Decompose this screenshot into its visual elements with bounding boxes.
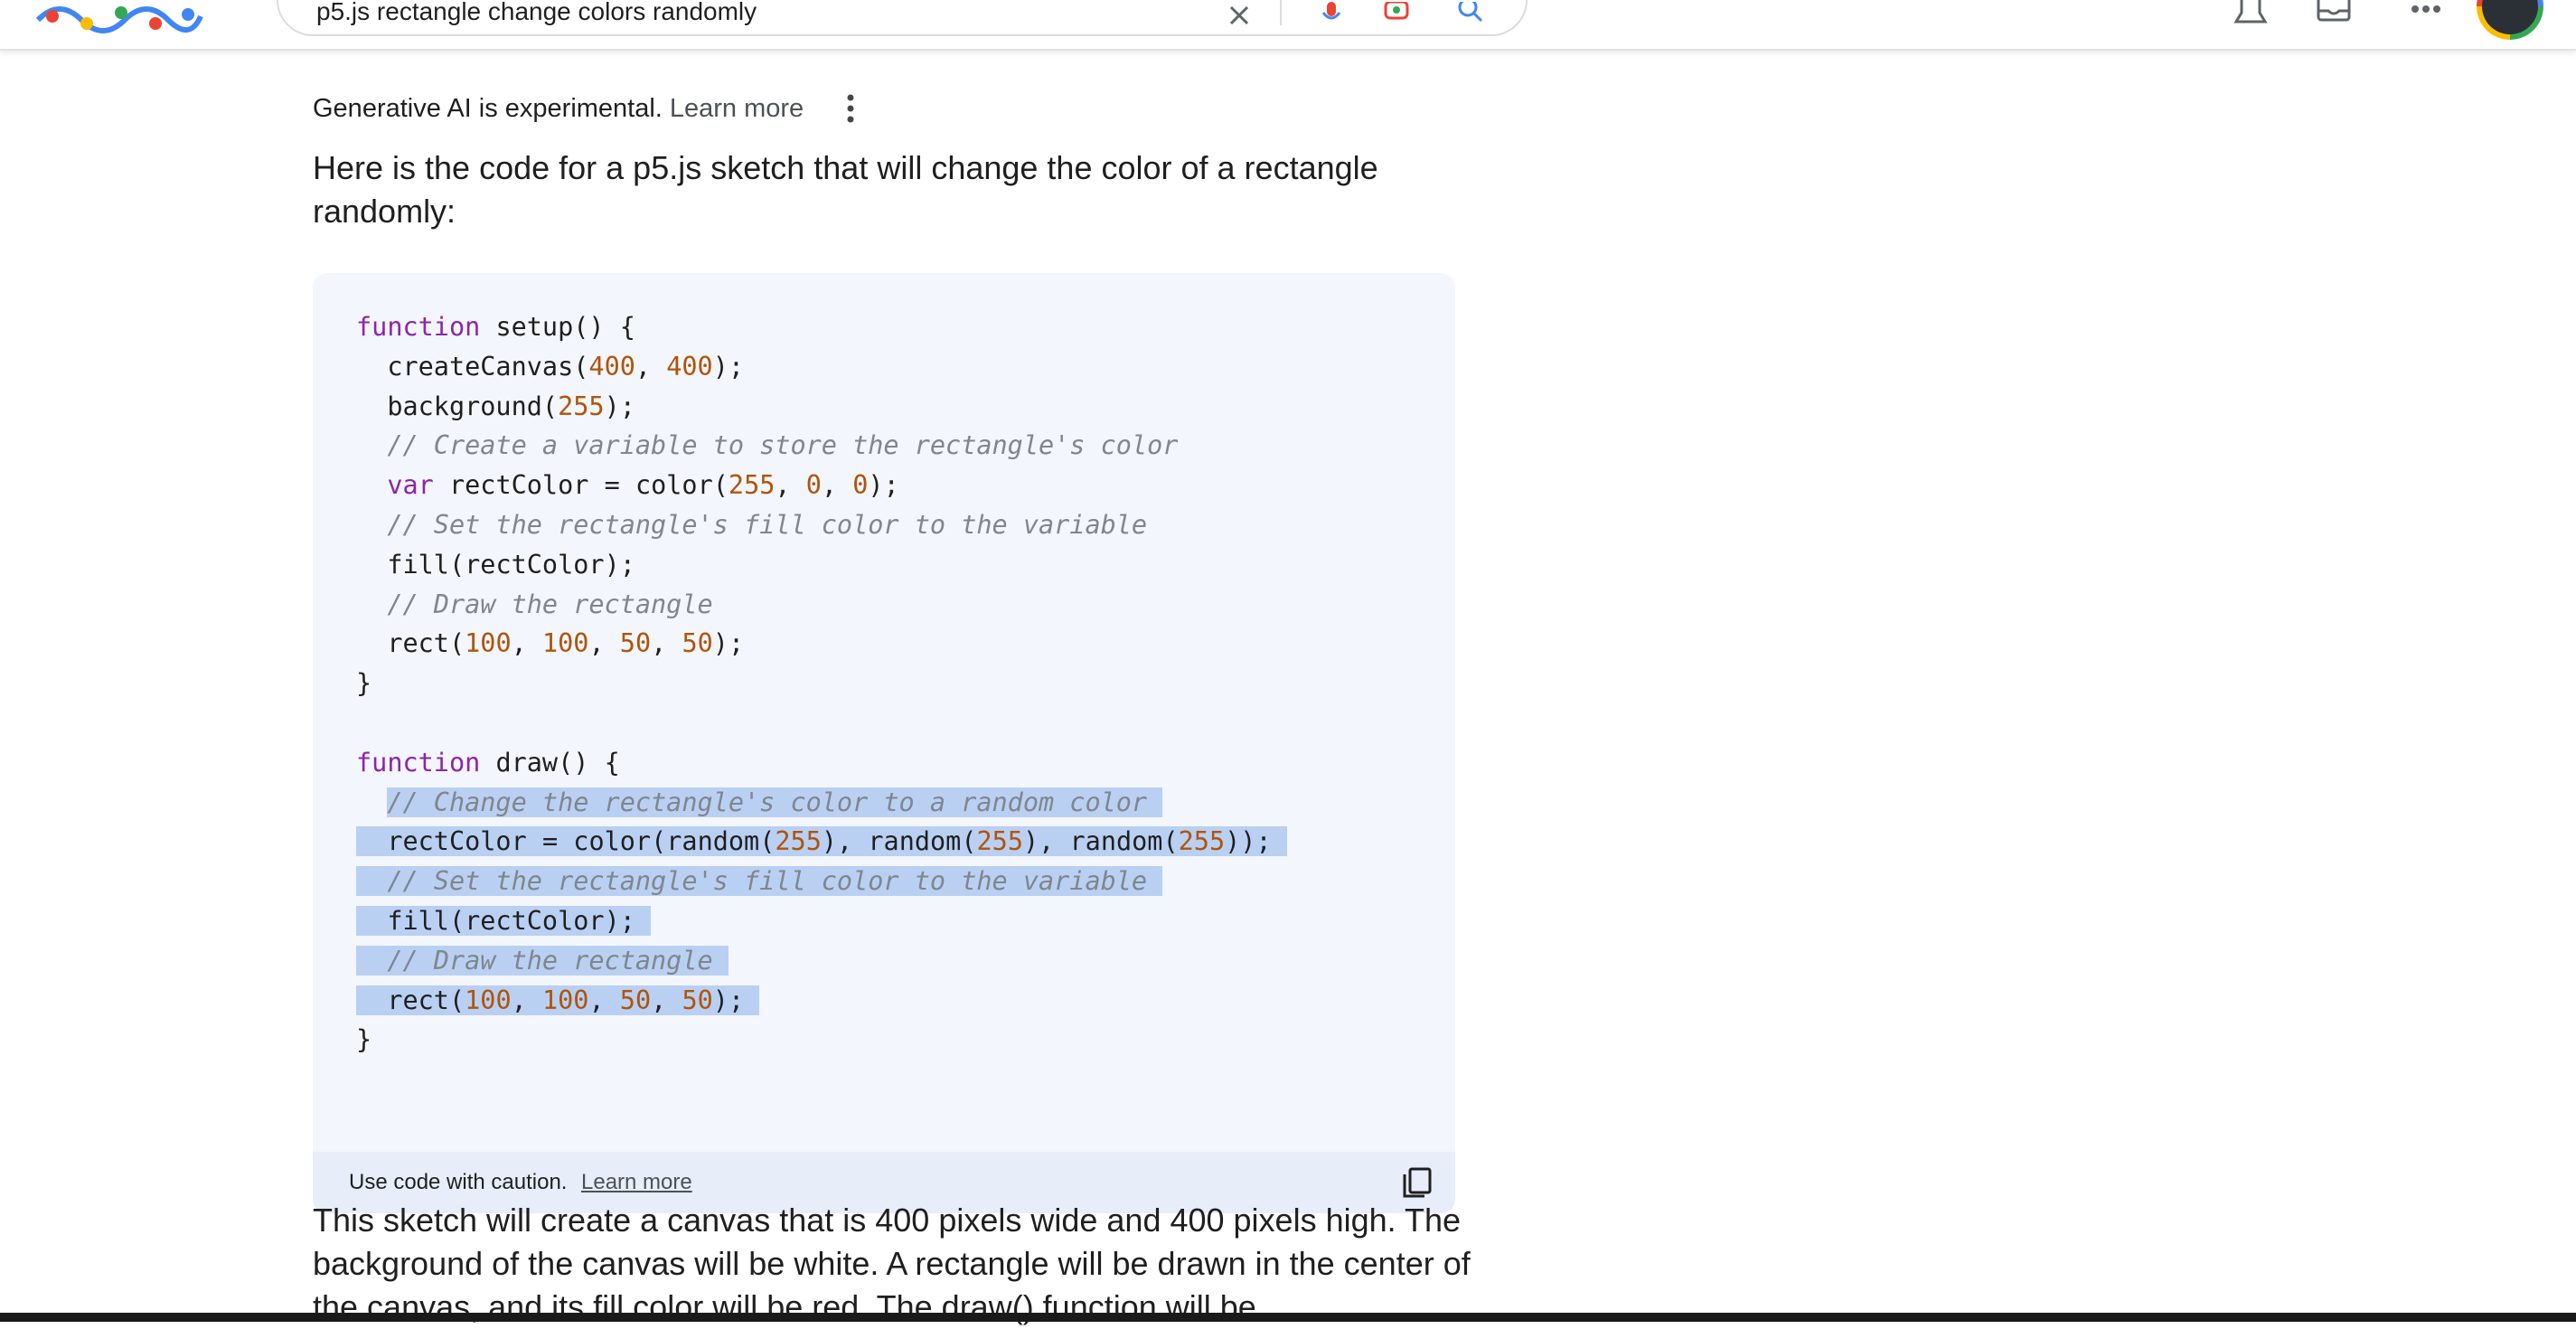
lens-icon[interactable] bbox=[1383, 2, 1410, 29]
experimental-note: Generative AI is experimental. bbox=[313, 93, 663, 123]
code-content[interactable]: function setup() { createCanvas(400, 400… bbox=[356, 307, 1287, 1060]
search-icon[interactable] bbox=[1457, 2, 1484, 29]
more-options-icon[interactable] bbox=[835, 87, 866, 130]
code-line: // Set the rectangle's fill color to the… bbox=[356, 862, 1287, 901]
code-line: fill(rectColor); bbox=[387, 549, 635, 580]
inbox-icon[interactable] bbox=[2316, 0, 2352, 24]
code-line: createCanvas(400, 400); bbox=[387, 351, 745, 382]
labs-icon[interactable] bbox=[2233, 0, 2269, 24]
google-doodle-logo[interactable] bbox=[33, 0, 204, 36]
explanation-text: This sketch will create a canvas that is… bbox=[313, 1202, 1471, 1325]
code-block: function setup() { createCanvas(400, 400… bbox=[313, 273, 1455, 1213]
code-caution-text: Use code with caution. bbox=[349, 1170, 568, 1194]
code-line: // Draw the rectangle bbox=[356, 941, 1287, 981]
close-icon[interactable] bbox=[1226, 2, 1253, 29]
code-line: // Draw the rectangle bbox=[387, 589, 713, 619]
microphone-icon[interactable] bbox=[1318, 2, 1345, 29]
code-line: } bbox=[356, 1024, 372, 1055]
avatar[interactable] bbox=[2477, 0, 2543, 40]
code-line: fill(rectColor); bbox=[356, 901, 1287, 941]
divider bbox=[1280, 0, 1282, 25]
code-line: rect(100, 100, 50, 50); bbox=[356, 981, 1287, 1021]
search-query[interactable]: p5.js rectangle change colors randomly bbox=[316, 0, 757, 25]
learn-more-link[interactable]: Learn more bbox=[670, 94, 804, 124]
intro-text: Here is the code for a p5.js sketch that… bbox=[313, 149, 1378, 230]
ai-overview: Generative AI is experimental. Learn mor… bbox=[0, 51, 2576, 1325]
ai-overview-header: Generative AI is experimental. Learn mor… bbox=[313, 89, 804, 128]
code-line: function setup() { bbox=[356, 312, 635, 342]
copy-icon[interactable] bbox=[1401, 1166, 1434, 1199]
code-line: // Change the rectangle's color to a ran… bbox=[356, 783, 1287, 823]
avatar-image bbox=[2482, 0, 2538, 34]
code-line: function draw() { bbox=[356, 747, 620, 778]
code-line: background(255); bbox=[387, 391, 635, 421]
top-bar: p5.js rectangle change colors randomly bbox=[0, 0, 2576, 51]
search-box[interactable]: p5.js rectangle change colors randomly bbox=[277, 0, 1528, 36]
code-line: var rectColor = color(255, 0, 0); bbox=[387, 470, 899, 501]
code-line: // Create a variable to store the rectan… bbox=[387, 430, 1179, 461]
code-line: rect(100, 100, 50, 50); bbox=[387, 628, 745, 659]
code-line: rectColor = color(random(255), random(25… bbox=[356, 822, 1287, 862]
code-line: } bbox=[356, 668, 372, 699]
code-learn-more-link[interactable]: Learn more bbox=[581, 1170, 692, 1195]
bottom-edge bbox=[0, 1313, 2576, 1322]
code-line: // Set the rectangle's fill color to the… bbox=[387, 509, 1148, 540]
apps-grid-icon[interactable] bbox=[2408, 0, 2444, 24]
